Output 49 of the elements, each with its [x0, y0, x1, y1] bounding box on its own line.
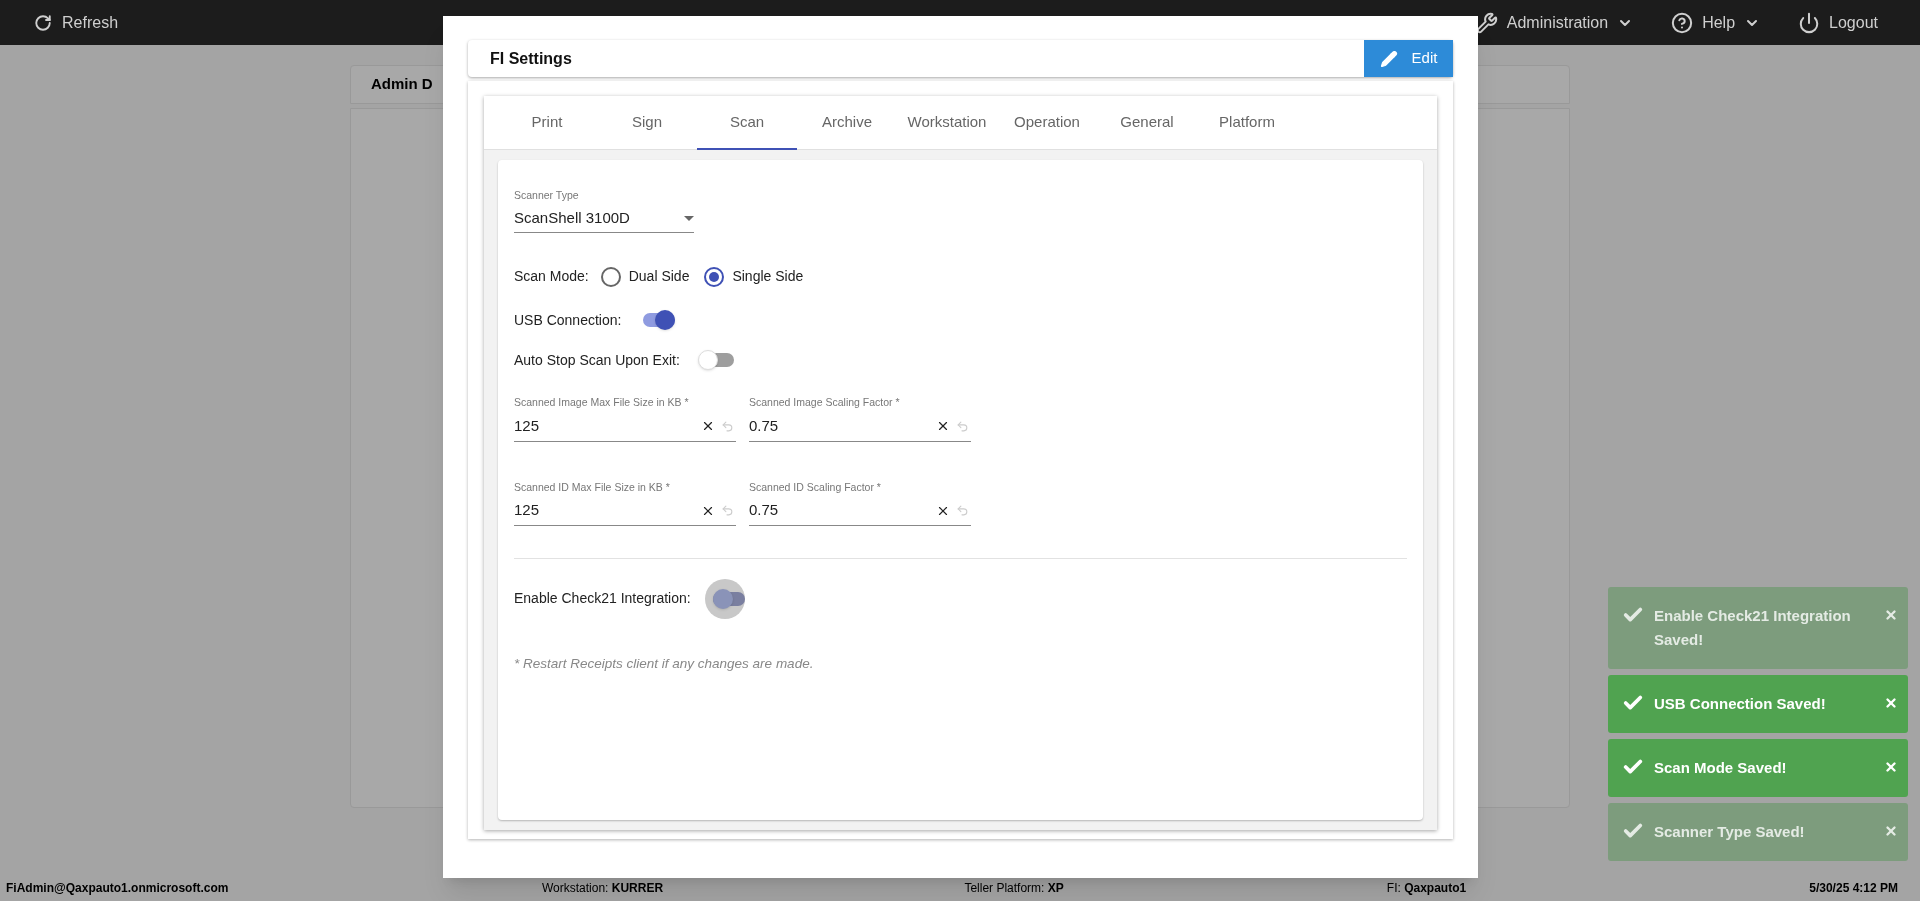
status-item: FI: Qaxpauto1 — [1386, 880, 1468, 897]
toast-message: Scanner Type Saved! — [1654, 822, 1806, 842]
settings-tab[interactable]: General — [1097, 96, 1197, 150]
settings-tab[interactable]: Platform — [1197, 96, 1297, 150]
modal-title: FI Settings — [489, 48, 572, 69]
toast-message: Enable Check21 Integration Saved! — [1654, 606, 1852, 650]
close-icon — [1884, 760, 1898, 774]
text-field[interactable]: Scanned ID Max File Size in KB * 125 — [514, 479, 736, 526]
menu-button[interactable]: Help — [1671, 10, 1761, 35]
wrench-icon — [1475, 11, 1498, 34]
settings-tab[interactable]: Operation — [997, 96, 1097, 150]
pencil-icon — [1379, 49, 1398, 68]
status-item: Teller Platform: XP — [964, 880, 1065, 897]
settings-tab[interactable]: Sign — [597, 96, 697, 150]
toggle-label: Auto Stop Scan Upon Exit: — [514, 350, 680, 370]
card-title: Admin D — [371, 74, 433, 95]
menu-button[interactable]: Logout — [1798, 10, 1878, 35]
undo-icon — [956, 504, 969, 517]
close-icon — [1884, 608, 1898, 622]
text-field[interactable]: Scanned Image Max File Size in KB * 125 — [514, 395, 736, 442]
edit-button[interactable]: Edit — [1364, 40, 1453, 77]
restart-note: * Restart Receipts client if any changes are made. — [514, 654, 815, 673]
help-icon — [1671, 11, 1694, 34]
text-field[interactable]: Scanned Image Scaling Factor * 0.75 — [749, 395, 971, 442]
undo-icon — [956, 419, 969, 433]
dropdown-arrow-icon — [684, 215, 694, 221]
status-item: Workstation: KURRER — [541, 880, 665, 897]
close-icon — [1884, 824, 1898, 838]
radio-option[interactable]: Dual Side — [600, 266, 690, 288]
toggle-label: USB Connection: — [514, 310, 622, 330]
toast-message: USB Connection Saved! — [1654, 694, 1827, 714]
radio-option[interactable]: Single Side — [704, 266, 804, 288]
user-email: FiAdmin@Qaxpauto1.onmicrosoft.com — [6, 880, 230, 897]
settings-tab[interactable]: Workstation — [897, 96, 997, 150]
date-time: 5/30/25 4:12 PM — [1809, 880, 1899, 897]
refresh-icon — [34, 13, 52, 32]
refresh-button[interactable]: Refresh — [34, 10, 119, 35]
undo-icon — [721, 504, 734, 517]
close-icon — [1884, 696, 1898, 710]
menu-button[interactable]: Administration — [1475, 10, 1634, 35]
settings-tab[interactable]: Print — [497, 96, 597, 150]
toast-message: Scan Mode Saved! — [1654, 758, 1788, 778]
text-field[interactable]: Scanned ID Scaling Factor * 0.75 — [749, 479, 971, 526]
undo-icon — [721, 419, 734, 433]
scan-mode-label: Scan Mode: — [514, 267, 589, 287]
power-icon — [1798, 11, 1821, 34]
settings-tab[interactable]: Archive — [797, 96, 897, 150]
toggle-label: Enable Check21 Integration: — [514, 589, 691, 609]
scanner-type-select[interactable]: Scanner Type ScanShell 3100D — [514, 188, 694, 234]
